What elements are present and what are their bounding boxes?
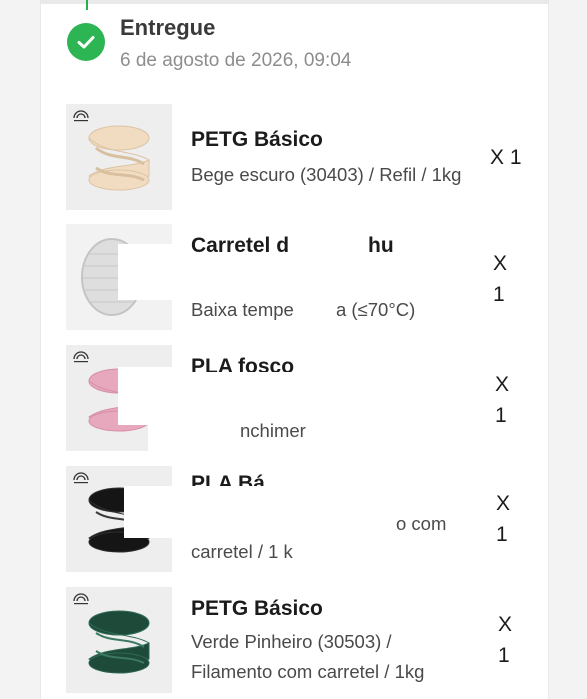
timeline-connector [86,0,88,10]
product-name[interactable]: PETG Básico [191,597,323,621]
check-circle-icon [67,23,105,61]
product-quantity: X 1 [493,252,508,306]
list-item[interactable]: Carretel d hu Baixa tempe a (≤70°C) X 1 [66,224,536,330]
product-thumbnail[interactable] [66,587,172,693]
order-date: 6 de agosto de 2026, 09:04 [120,50,352,71]
redaction-box [118,244,370,300]
list-item[interactable]: PETG Básico Verde Pinheiro (30503) / Fil… [66,587,536,693]
redaction-box [148,423,236,467]
product-name[interactable]: PLA Bá [191,472,265,486]
divider [41,0,548,4]
list-item[interactable]: PETG Básico Bege escuro (30403) / Refil … [66,104,536,210]
product-variant-line2: Filamento com carretel / 1kg [191,661,425,682]
product-quantity: X 1 [490,146,522,169]
brand-logo-icon [73,472,89,484]
product-variant: nchimer [240,420,306,441]
product-name-tail: hu [368,234,394,257]
product-quantity: X 1 [498,613,513,667]
product-variant-line2: carretel / 1 k [191,541,293,562]
product-thumbnail[interactable] [66,104,172,210]
brand-logo-icon [73,593,89,605]
product-variant: Verde Pinheiro (30503) / [191,631,392,652]
redaction-box [118,367,354,425]
product-name[interactable]: PETG Básico [191,128,323,152]
product-variant-tail: a (≤70°C) [336,299,416,320]
brand-logo-icon [73,351,89,363]
list-item[interactable]: PLA fosco nchimer X 1 [66,345,536,467]
brand-logo-icon [73,110,89,122]
product-variant: o com [396,513,447,534]
product-quantity: X 1 [496,492,511,546]
order-status: Entregue [120,15,216,40]
product-quantity: X 1 [495,373,510,427]
product-variant: Baixa tempe [191,299,294,320]
product-variant: Bege escuro (30403) / Refil / 1kg [191,164,462,185]
list-item[interactable]: PLA Bá o com carretel / 1 k X 1 [66,466,536,572]
product-name[interactable]: PLA fosco [191,355,294,372]
redaction-box [124,486,394,538]
product-name[interactable]: Carretel d [191,234,289,252]
